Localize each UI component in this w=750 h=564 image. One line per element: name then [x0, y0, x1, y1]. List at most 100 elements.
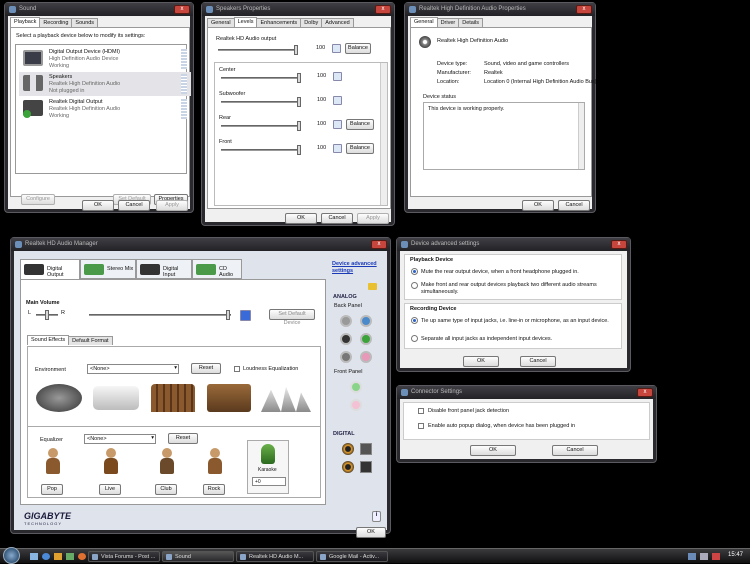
hdam-title-bar[interactable]: Realtek HD Audio Manager x [11, 238, 390, 251]
room-bathtub-icon[interactable] [93, 386, 139, 410]
auto-popup-checkbox[interactable] [418, 423, 424, 429]
tab-cd-audio[interactable]: CD Audio [192, 259, 242, 279]
back-jack-orange-icon[interactable] [340, 351, 352, 363]
eq-rock-button[interactable]: Rock [203, 484, 225, 495]
back-jack-blue-icon[interactable] [360, 315, 372, 327]
tab-general[interactable]: General [207, 18, 235, 27]
back-jack-pink-icon[interactable] [360, 351, 372, 363]
tab-dolby[interactable]: Dolby [300, 18, 323, 27]
tab-stereo-mix[interactable]: Stereo Mix [80, 259, 136, 279]
sound-close-button[interactable]: x [174, 5, 190, 14]
tab-recording[interactable]: Recording [39, 18, 73, 27]
speaker-icon[interactable] [333, 120, 342, 129]
front-jack-green-icon[interactable] [350, 381, 362, 393]
quicklaunch-ie-icon[interactable] [42, 553, 50, 560]
tab-digital-output[interactable]: Digital Output [20, 259, 80, 279]
front-jack-pink-icon[interactable] [350, 399, 362, 411]
advanced-settings-link[interactable]: Device advanced settings [332, 261, 380, 275]
info-icon[interactable]: i [372, 511, 381, 522]
conn-close-button[interactable]: x [637, 388, 653, 397]
device-item-digital-output[interactable]: Realtek Digital Output Realtek High Defi… [19, 97, 191, 121]
realtek-close-button[interactable]: x [576, 5, 592, 14]
taskbar-item-vista-forums[interactable]: Vista Forums - Post ... [88, 551, 160, 562]
rec-option-separate-radio[interactable] [411, 335, 418, 342]
cancel-button[interactable]: Cancel [552, 445, 598, 456]
eq-pop-button[interactable]: Pop [41, 484, 63, 495]
cancel-button[interactable]: Cancel [558, 200, 590, 211]
subwoofer-slider[interactable] [221, 97, 301, 107]
ok-button[interactable]: OK [463, 356, 499, 367]
device-item-hdmi[interactable]: Digital Output Device (HDMI) High Defini… [19, 47, 191, 71]
cancel-button[interactable]: Cancel [520, 356, 556, 367]
rec-option-tie-up-radio[interactable] [411, 317, 418, 324]
quicklaunch-desktop-icon[interactable] [30, 553, 38, 560]
cancel-button[interactable]: Cancel [321, 213, 353, 224]
coax-digital-icon[interactable] [342, 443, 354, 455]
main-output-slider[interactable] [218, 45, 298, 55]
eq-club-button[interactable]: Club [155, 484, 177, 495]
configure-button[interactable]: Configure [21, 194, 55, 205]
speakers-close-button[interactable]: x [375, 5, 391, 14]
speaker-icon[interactable] [333, 72, 342, 81]
tray-volume-icon[interactable] [700, 553, 708, 560]
tab-sound-effects[interactable]: Sound Effects [27, 335, 70, 345]
room-stone-icon[interactable] [36, 384, 82, 412]
apply-button[interactable]: Apply [357, 213, 389, 224]
pb-option-two-streams-radio[interactable] [411, 282, 418, 289]
eq-live-button[interactable]: Live [99, 484, 121, 495]
tray-network-icon[interactable] [688, 553, 696, 560]
apply-button[interactable]: Apply [156, 200, 188, 211]
ok-button[interactable]: OK [522, 200, 554, 211]
tab-levels[interactable]: Levels [233, 17, 258, 27]
ok-button[interactable]: OK [470, 445, 516, 456]
room-colosseum-icon[interactable] [151, 384, 195, 412]
back-jack-green-icon[interactable] [360, 333, 372, 345]
tab-sounds[interactable]: Sounds [71, 18, 99, 27]
slider-thumb[interactable] [297, 145, 301, 155]
tab-general[interactable]: General [410, 17, 438, 27]
slider-thumb[interactable] [297, 121, 301, 131]
tab-digital-input[interactable]: Digital Input [136, 259, 192, 279]
tray-realtek-icon[interactable] [712, 553, 720, 560]
mute-speaker-icon[interactable] [240, 310, 251, 321]
status-scrollbar[interactable] [578, 103, 584, 169]
tab-advanced[interactable]: Advanced [321, 18, 354, 27]
mute-speaker-icon[interactable] [332, 44, 341, 53]
optical-digital-icon[interactable] [360, 443, 372, 455]
coax-digital-2-icon[interactable] [342, 461, 354, 473]
taskbar-item-sound[interactable]: Sound [162, 551, 234, 562]
balance-slider[interactable] [36, 310, 58, 320]
quicklaunch-app-icon[interactable] [66, 553, 74, 560]
taskbar-item-google-mail[interactable]: Google Mail - Activ... [316, 551, 388, 562]
back-jack-black-icon[interactable] [340, 333, 352, 345]
back-jack-gray-icon[interactable] [340, 315, 352, 327]
front-slider[interactable] [221, 145, 301, 155]
dev-adv-close-button[interactable]: x [611, 240, 627, 249]
rear-slider[interactable] [221, 121, 301, 131]
dev-adv-title-bar[interactable]: Device advanced settings x [397, 238, 630, 251]
disable-jack-detection-checkbox[interactable] [418, 408, 424, 414]
folder-icon[interactable] [368, 283, 377, 290]
device-item-speakers[interactable]: Speakers Realtek High Definition Audio N… [19, 72, 191, 96]
realtek-title-bar[interactable]: Realtek High Definition Audio Properties… [405, 3, 595, 16]
channel-scrollbar[interactable] [380, 63, 387, 205]
main-balance-button[interactable]: Balance [345, 43, 371, 54]
start-orb-icon[interactable] [3, 547, 20, 564]
equalizer-select[interactable]: <None> ▾ [84, 434, 156, 444]
ok-button[interactable]: OK [82, 200, 114, 211]
taskbar-item-realtek-manager[interactable]: Realtek HD Audio M... [236, 551, 314, 562]
tab-driver[interactable]: Driver [436, 18, 460, 27]
slider-thumb[interactable] [226, 310, 230, 320]
optical-digital-2-icon[interactable] [360, 461, 372, 473]
equalizer-reset-button[interactable]: Reset [168, 433, 198, 444]
hdam-ok-button[interactable]: OK [356, 527, 386, 538]
room-arena-icon[interactable] [207, 384, 251, 412]
speaker-icon[interactable] [333, 96, 342, 105]
rear-balance-button[interactable]: Balance [346, 119, 374, 130]
conn-title-bar[interactable]: Connector Settings x [397, 386, 656, 399]
ok-button[interactable]: OK [285, 213, 317, 224]
tab-playback[interactable]: Playback [10, 17, 41, 27]
loudness-checkbox[interactable] [234, 366, 240, 372]
center-slider[interactable] [221, 73, 301, 83]
karaoke-stepper[interactable]: +0 [252, 477, 286, 486]
